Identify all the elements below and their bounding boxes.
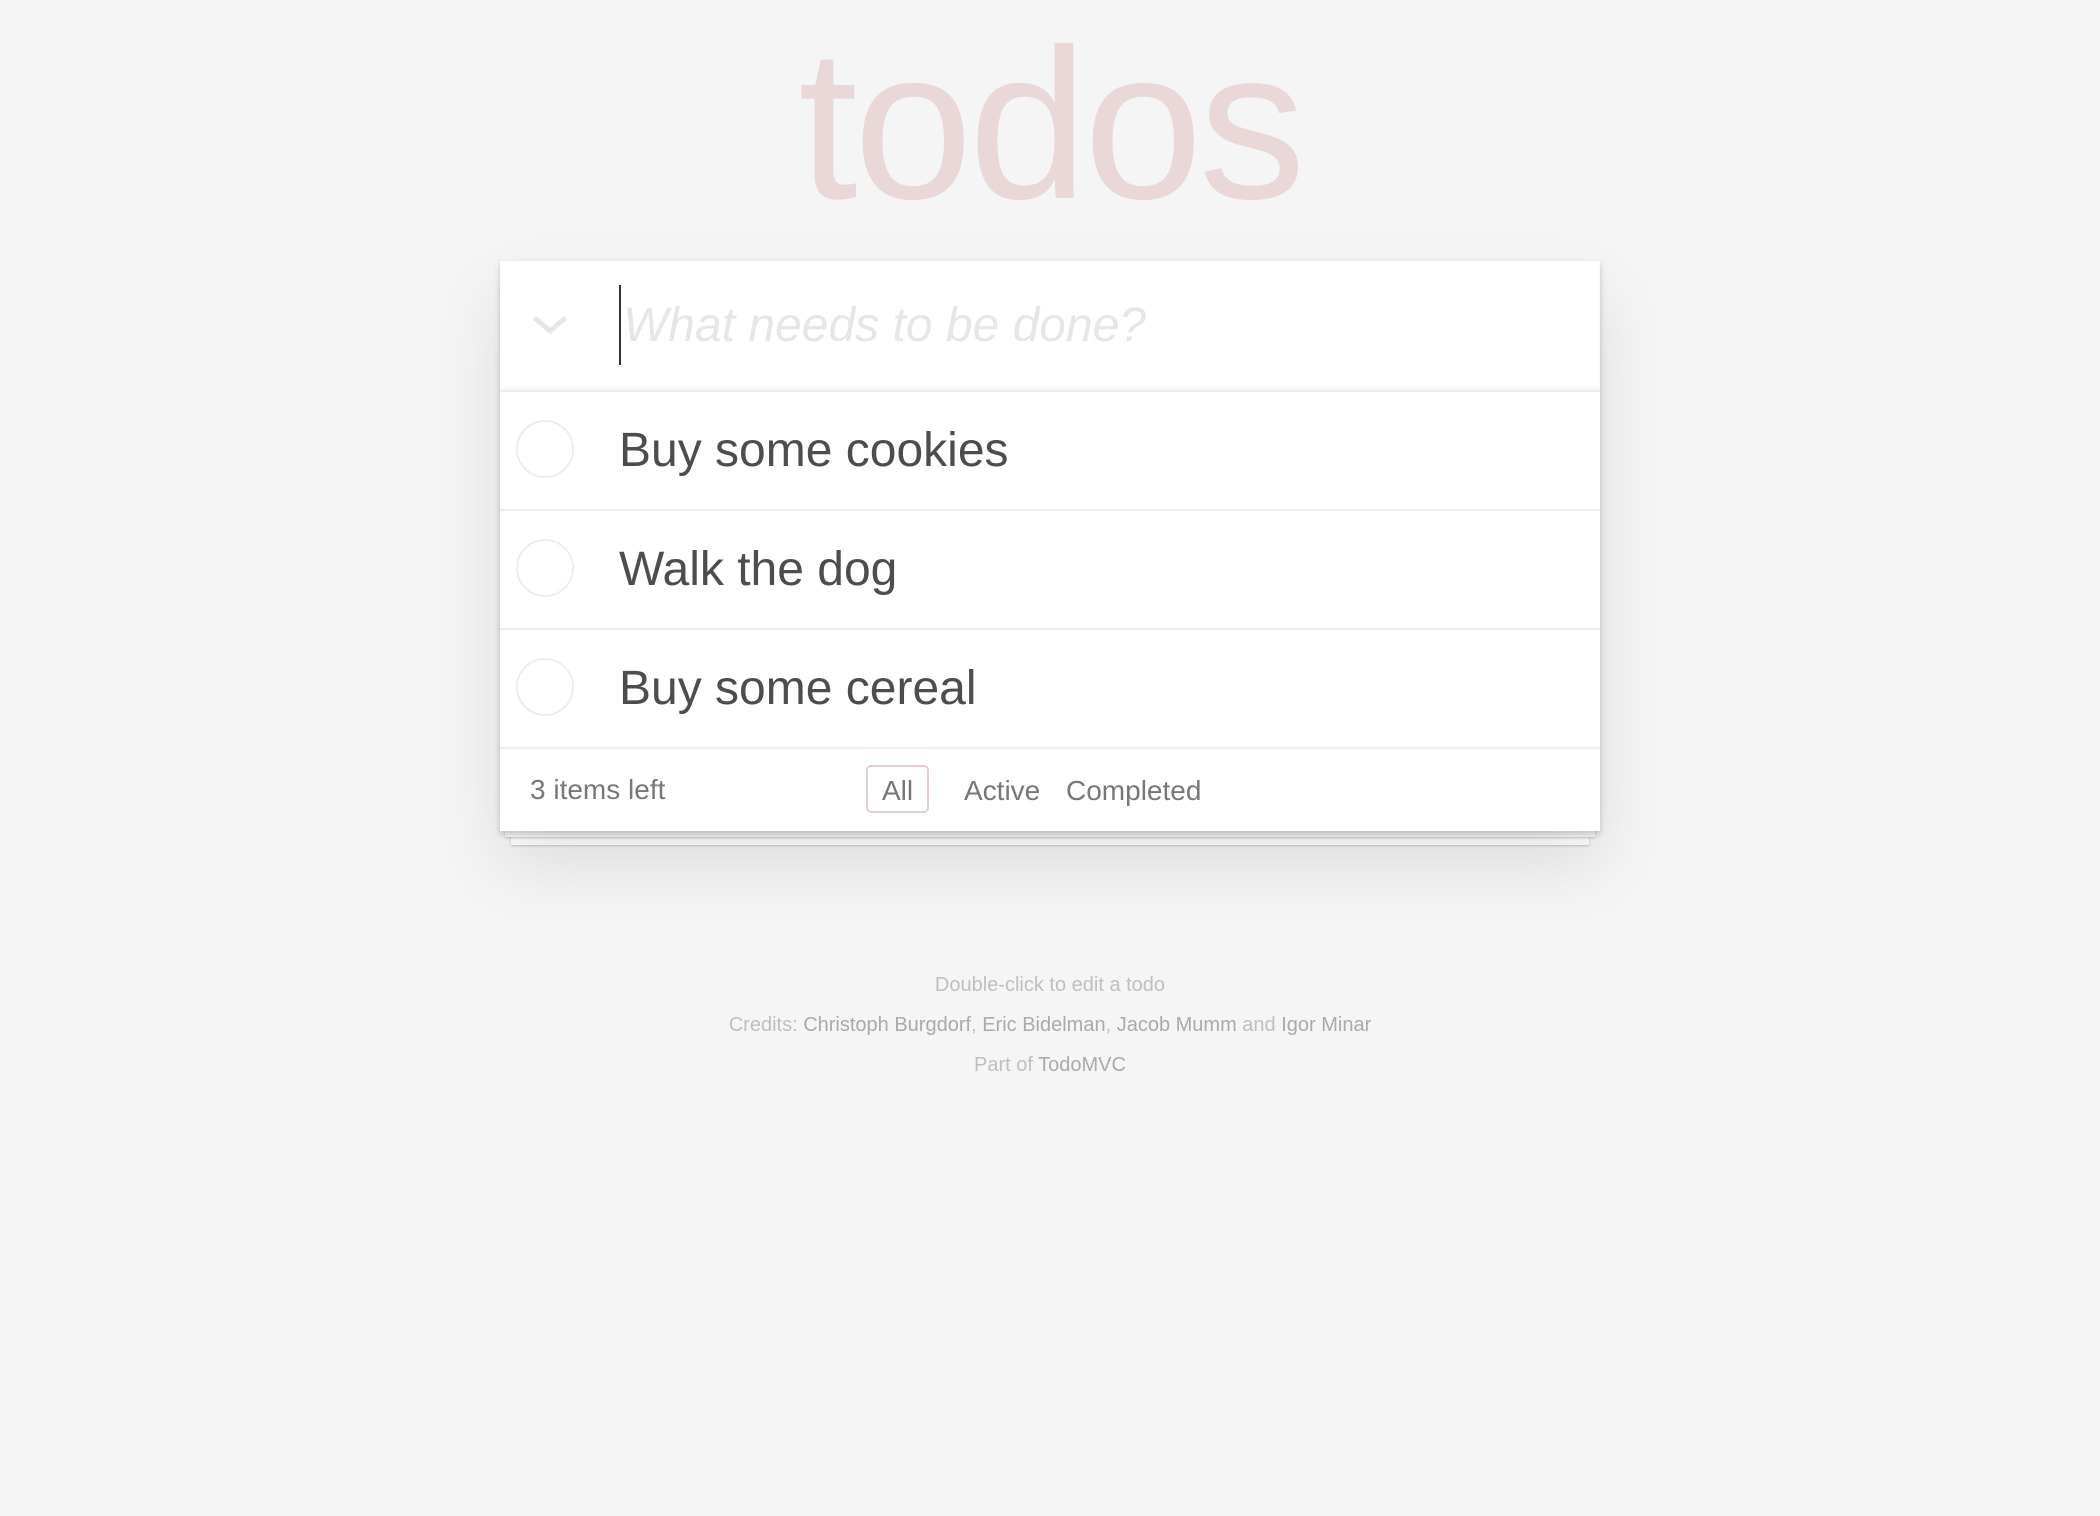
page-title: todos: [798, 5, 1306, 244]
todo-list: Buy some cookies Walk the dog Buy some c…: [500, 392, 1600, 749]
todo-item[interactable]: Buy some cookies: [500, 392, 1600, 511]
credits-line: Credits: Christoph Burgdorf, Eric Bidelm…: [0, 1014, 2100, 1037]
filter-completed[interactable]: Completed: [1050, 765, 1217, 813]
todomvc-link[interactable]: TodoMVC: [1038, 1054, 1126, 1076]
credit-separator: ,: [971, 1014, 977, 1036]
credit-link-eric-bidelman[interactable]: Eric Bidelman: [982, 1014, 1105, 1036]
todo-item[interactable]: Walk the dog: [500, 511, 1600, 630]
credit-and: and: [1242, 1014, 1276, 1036]
credit-link-igor-minar[interactable]: Igor Minar: [1281, 1014, 1371, 1036]
chevron-down-icon: [533, 316, 567, 334]
todo-label[interactable]: Buy some cookies: [619, 392, 1009, 509]
credits-prefix: Credits:: [728, 1014, 798, 1036]
credit-separator: ,: [1105, 1014, 1112, 1036]
part-of-line: Part of TodoMVC: [0, 1054, 2100, 1077]
filter-all[interactable]: All: [866, 765, 930, 813]
stack-shadow-layer: [511, 836, 1589, 845]
todo-toggle-checkbox[interactable]: [516, 658, 574, 716]
credit-link-jacob-mumm[interactable]: Jacob Mumm: [1117, 1014, 1237, 1036]
edit-hint: Double-click to edit a todo: [934, 974, 1166, 996]
todo-item[interactable]: Buy some cereal: [500, 630, 1600, 749]
items-left-count: 3 items left: [530, 774, 666, 805]
new-todo-input[interactable]: [619, 285, 1563, 365]
todo-toggle-checkbox[interactable]: [516, 420, 574, 478]
new-todo-row: [500, 261, 1600, 392]
todo-footer: 3 items left All Active Completed: [500, 749, 1600, 831]
todo-toggle-checkbox[interactable]: [516, 539, 574, 597]
todo-label[interactable]: Walk the dog: [619, 511, 897, 628]
toggle-all-button[interactable]: [524, 299, 576, 351]
filter-active[interactable]: Active: [948, 765, 1056, 813]
todo-label[interactable]: Buy some cereal: [619, 630, 977, 747]
todo-app-panel: Buy some cookies Walk the dog Buy some c…: [500, 261, 1600, 831]
part-of-prefix: Part of: [974, 1054, 1033, 1076]
credit-link-christoph-burgdorf[interactable]: Christoph Burgdorf: [803, 1014, 971, 1036]
